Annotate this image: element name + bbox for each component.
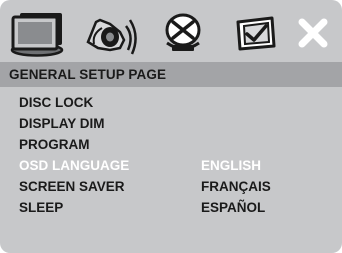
tab-preference-setup[interactable] (224, 8, 286, 58)
menu-item-disc-lock[interactable]: DISC LOCK (19, 95, 93, 111)
option-espanol[interactable]: ESPAÑOL (201, 200, 265, 216)
menu-item-sleep[interactable]: SLEEP (19, 200, 63, 216)
dolby-disc-icon (165, 13, 201, 51)
menu-item-screen-saver[interactable]: SCREEN SAVER (19, 179, 125, 195)
menu-item-display-dim[interactable]: DISPLAY DIM (19, 116, 105, 132)
preference-check-icon (236, 16, 276, 51)
page-title: GENERAL SETUP PAGE (9, 67, 167, 82)
tab-exit[interactable] (288, 8, 338, 58)
page-header: GENERAL SETUP PAGE (0, 62, 342, 87)
setup-menu-panel: GENERAL SETUP PAGE DISC LOCK DISPLAY DIM… (0, 0, 342, 253)
option-english[interactable]: ENGLISH (201, 158, 261, 174)
menu-item-program[interactable]: PROGRAM (19, 137, 90, 153)
menu-item-osd-language[interactable]: OSD LANGUAGE (19, 158, 129, 174)
tv-monitor-icon (10, 13, 64, 57)
tab-audio-setup[interactable] (74, 8, 146, 58)
close-icon (298, 18, 328, 48)
tab-general-setup[interactable] (4, 8, 76, 58)
speaker-icon (86, 18, 137, 55)
option-francais[interactable]: FRANÇAIS (201, 179, 271, 195)
setup-tab-bar (0, 0, 342, 62)
tab-dolby-setup[interactable] (152, 8, 214, 58)
